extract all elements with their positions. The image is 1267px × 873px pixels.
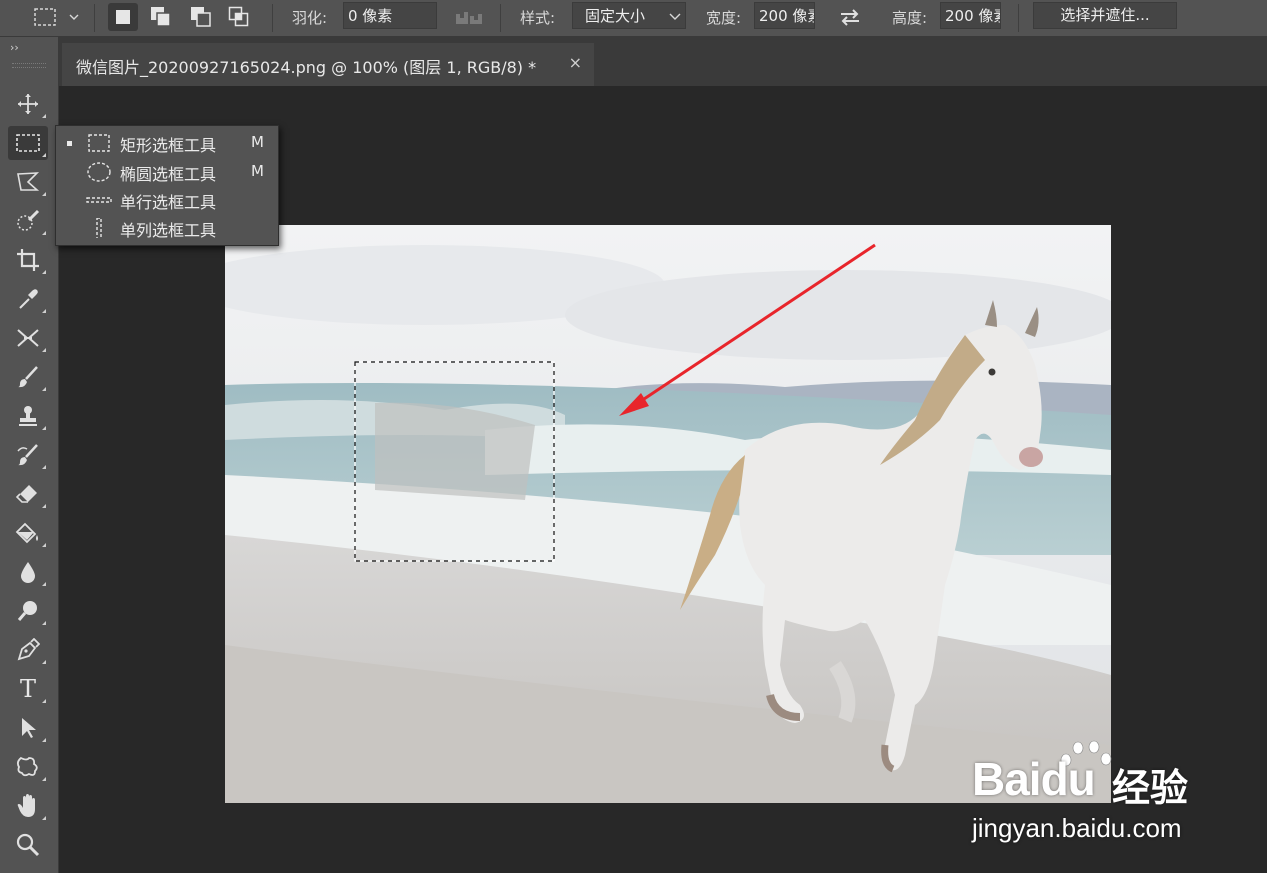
document-image[interactable] xyxy=(225,225,1111,803)
ellipse-marquee-icon xyxy=(87,162,111,182)
paint-bucket-tool[interactable] xyxy=(8,516,48,550)
feather-input[interactable]: 0 像素 xyxy=(343,2,437,29)
flyout-label: 椭圆选框工具 xyxy=(120,165,217,184)
intersect-selection-button[interactable] xyxy=(224,3,254,31)
add-to-selection-button[interactable] xyxy=(146,3,176,31)
toolbar-grip[interactable] xyxy=(12,63,46,68)
chevron-down-icon xyxy=(669,13,681,20)
collapse-toolbar-button[interactable]: ›› xyxy=(10,41,19,54)
select-and-mask-button[interactable]: 选择并遮住... xyxy=(1033,2,1177,29)
style-select[interactable]: 固定大小 xyxy=(572,2,686,29)
healing-brush-tool[interactable] xyxy=(8,321,48,355)
pen-icon xyxy=(17,638,40,661)
width-input[interactable]: 200 像素 xyxy=(754,2,815,29)
move-icon xyxy=(18,94,38,114)
document-tab[interactable]: 微信图片_20200927165024.png @ 100% (图层 1, RG… xyxy=(62,43,594,86)
style-label: 样式: xyxy=(520,9,556,27)
flyout-shortcut: M xyxy=(251,162,264,180)
hand-icon xyxy=(17,794,35,817)
move-tool[interactable] xyxy=(8,87,48,121)
marquee-icon xyxy=(16,134,40,152)
history-brush-icon xyxy=(17,444,38,466)
dodge-tool[interactable] xyxy=(8,594,48,628)
flyout-label: 单行选框工具 xyxy=(120,193,217,212)
shape-icon xyxy=(16,756,38,777)
new-selection-button[interactable] xyxy=(108,3,138,31)
path-selection-tool[interactable] xyxy=(8,711,48,745)
options-bar: 羽化: 0 像素 样式: 固定大小 宽度: 200 像素 高度: 200 像素 … xyxy=(0,0,1267,37)
single-column-marquee-icon xyxy=(96,218,102,238)
document-title: 微信图片_20200927165024.png @ 100% (图层 1, RG… xyxy=(76,58,537,77)
marquee-tools-flyout: 矩形选框工具 M 椭圆选框工具 M 单行选框工具 单列选框工具 xyxy=(55,125,279,246)
flyout-item-single-row-marquee[interactable]: 单行选框工具 xyxy=(56,186,278,214)
flyout-shortcut: M xyxy=(251,133,264,151)
brush-tool[interactable] xyxy=(8,360,48,394)
flyout-label: 单列选框工具 xyxy=(120,221,217,240)
flyout-item-single-column-marquee[interactable]: 单列选框工具 xyxy=(56,214,278,242)
zoom-tool[interactable] xyxy=(8,828,48,862)
flyout-label: 矩形选框工具 xyxy=(120,136,217,155)
watermark-brand-cn: 经验 xyxy=(1112,766,1189,810)
healing-icon xyxy=(17,329,39,347)
anti-alias-icon xyxy=(456,12,482,24)
eraser-icon xyxy=(15,485,37,503)
rectangular-marquee-tool[interactable] xyxy=(8,126,48,160)
intersect-selection-icon xyxy=(228,6,249,27)
new-selection-icon xyxy=(116,10,130,24)
marquee-preset-icon xyxy=(34,8,79,26)
anti-alias-toggle[interactable] xyxy=(454,6,484,32)
quick-selection-tool[interactable] xyxy=(8,204,48,238)
blur-tool[interactable] xyxy=(8,555,48,589)
clone-stamp-tool[interactable] xyxy=(8,399,48,433)
type-tool[interactable]: T xyxy=(8,672,48,706)
subtract-from-selection-button[interactable] xyxy=(186,3,216,31)
hand-tool[interactable] xyxy=(8,789,48,823)
style-select-value: 固定大小 xyxy=(585,7,646,25)
single-row-marquee-icon xyxy=(86,197,112,203)
lasso-tool[interactable] xyxy=(8,165,48,199)
subtract-selection-icon xyxy=(191,7,211,27)
watermark-url: jingyan.baidu.com xyxy=(972,813,1182,843)
dodge-icon xyxy=(17,601,37,621)
type-icon: T xyxy=(19,675,36,703)
polygonal-lasso-icon xyxy=(17,172,40,191)
tool-preset-picker[interactable] xyxy=(30,3,84,31)
drop-icon xyxy=(21,562,35,583)
beach-horse-photo xyxy=(225,225,1111,803)
tools-panel: ›› T xyxy=(0,37,59,873)
flyout-item-elliptical-marquee[interactable]: 椭圆选框工具 M xyxy=(56,158,278,186)
close-icon[interactable]: × xyxy=(569,53,582,72)
height-input[interactable]: 200 像素 xyxy=(940,2,1001,29)
paint-bucket-icon xyxy=(15,522,38,544)
brush-icon xyxy=(18,366,38,388)
add-selection-icon xyxy=(151,7,171,27)
crop-icon xyxy=(17,249,39,271)
history-brush-tool[interactable] xyxy=(8,438,48,472)
quick-selection-icon xyxy=(17,209,40,231)
flyout-item-rectangular-marquee[interactable]: 矩形选框工具 M xyxy=(56,129,278,157)
rect-marquee-icon xyxy=(88,134,110,152)
width-label: 宽度: xyxy=(706,9,742,27)
pen-tool[interactable] xyxy=(8,633,48,667)
watermark-brand: Baidu xyxy=(972,753,1096,805)
stamp-icon xyxy=(19,406,37,426)
feather-label: 羽化: xyxy=(292,9,328,27)
eyedropper-icon xyxy=(19,289,38,309)
custom-shape-tool[interactable] xyxy=(8,750,48,784)
eyedropper-tool[interactable] xyxy=(8,282,48,316)
swap-arrows-icon xyxy=(841,9,859,26)
selected-bullet xyxy=(67,141,72,146)
height-label: 高度: xyxy=(892,9,928,27)
arrow-icon xyxy=(22,718,36,738)
eraser-tool[interactable] xyxy=(8,477,48,511)
swap-dimensions-button[interactable] xyxy=(838,6,862,32)
zoom-icon xyxy=(16,833,40,857)
crop-tool[interactable] xyxy=(8,243,48,277)
